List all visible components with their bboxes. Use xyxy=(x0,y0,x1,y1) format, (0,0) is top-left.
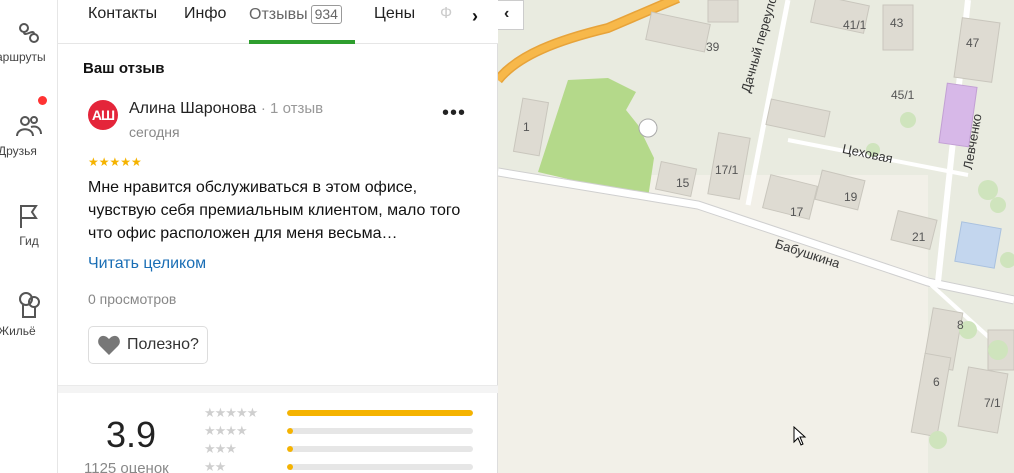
house-number: 19 xyxy=(844,190,858,204)
review-date: сегодня xyxy=(129,124,180,140)
nav-item-routes[interactable]: аршруты xyxy=(0,20,58,64)
helpful-button[interactable]: Полезно? xyxy=(88,326,208,364)
house-number: 17 xyxy=(790,205,804,219)
distribution-stars-5: ★★★★★ xyxy=(204,405,258,420)
place-card-panel: Контакты Инфо Отзывы 934 Цены Ф › Ваш отз… xyxy=(58,0,498,473)
distribution-bar-5 xyxy=(287,410,473,416)
review-text: Мне нравится обслуживаться в этом офисе,… xyxy=(88,179,461,242)
your-review-heading: Ваш отзыв xyxy=(83,60,165,77)
author-review-count: · 1 отзыв xyxy=(260,100,324,117)
review-stars: ★★★★★ xyxy=(88,155,142,169)
place-marker[interactable] xyxy=(638,118,658,138)
house-number: 39 xyxy=(706,40,720,54)
house-number: 6 xyxy=(933,375,940,389)
friends-icon xyxy=(16,116,42,137)
review-author[interactable]: Алина Шаронова · 1 отзыв xyxy=(129,100,323,118)
author-name[interactable]: Алина Шаронова xyxy=(129,100,256,117)
read-more-link[interactable]: Читать целиком xyxy=(88,255,206,273)
nav-item-housing[interactable]: Жильё xyxy=(0,290,58,338)
house-number: 17/1 xyxy=(715,163,739,177)
heart-icon xyxy=(98,335,120,355)
distribution-stars-2: ★★ xyxy=(204,459,226,473)
left-navigation: аршруты Друзья Гид Жильё xyxy=(0,0,58,473)
distribution-bar-3 xyxy=(287,446,473,452)
distribution-bar-fill xyxy=(287,428,293,434)
map-view[interactable]: 39 41/1 43 47 45/1 1 15 17/1 17 19 21 8 … xyxy=(498,0,1014,473)
tab-info[interactable]: Инфо xyxy=(184,5,226,23)
routes-icon xyxy=(19,23,39,43)
tab-reviews[interactable]: Отзывы 934 xyxy=(249,5,342,24)
tab-contacts[interactable]: Контакты xyxy=(88,5,157,23)
views-count: 0 просмотров xyxy=(88,291,177,307)
chevron-right-icon: › xyxy=(472,6,478,26)
house-number: 7/1 xyxy=(984,396,1001,410)
notification-dot xyxy=(38,96,47,105)
tabs-scroll-right-button[interactable]: › xyxy=(462,0,498,43)
house-number: 8 xyxy=(957,318,964,332)
house-number: 45/1 xyxy=(891,88,915,102)
collapse-panel-button[interactable]: ‹ xyxy=(498,0,524,30)
mouse-cursor-icon xyxy=(793,426,807,446)
distribution-stars-3: ★★★ xyxy=(204,441,237,456)
nav-item-guide-label: Гид xyxy=(19,234,39,248)
tab-reviews-label: Отзывы xyxy=(249,6,308,23)
active-tab-indicator xyxy=(249,40,355,44)
nav-item-routes-label: аршруты xyxy=(0,50,46,64)
house-number: 1 xyxy=(523,120,530,134)
ratings-count: 1125 оценок xyxy=(84,460,169,473)
house-number: 43 xyxy=(890,16,904,30)
helpful-label: Полезно? xyxy=(127,336,199,353)
reviews-count-badge: 934 xyxy=(310,5,342,24)
distribution-bar-4 xyxy=(287,428,473,434)
average-rating: 3.9 xyxy=(106,414,157,455)
section-divider xyxy=(58,385,498,393)
distribution-stars-4: ★★★★ xyxy=(204,423,248,438)
blue-building xyxy=(954,221,1002,269)
housing-icon xyxy=(19,292,40,318)
nav-item-friends[interactable]: Друзья xyxy=(0,112,58,158)
tab-photos[interactable]: Ф xyxy=(440,5,452,23)
tab-bar: Контакты Инфо Отзывы 934 Цены Ф › xyxy=(58,0,498,44)
distribution-bar-fill xyxy=(287,446,293,452)
chevron-left-icon: ‹ xyxy=(504,5,510,22)
tab-prices[interactable]: Цены xyxy=(374,5,415,23)
nav-item-guide[interactable]: Гид xyxy=(0,202,58,248)
distribution-bar-fill xyxy=(287,410,473,416)
distribution-bar-2 xyxy=(287,464,473,470)
flag-icon xyxy=(20,205,38,228)
nav-item-housing-label: Жильё xyxy=(0,324,36,338)
distribution-bar-fill xyxy=(287,464,293,470)
house-number: 21 xyxy=(912,230,926,244)
more-options-button[interactable]: ••• xyxy=(442,102,466,125)
house-number: 47 xyxy=(966,36,980,50)
house-number: 15 xyxy=(676,176,690,190)
nav-item-friends-label: Друзья xyxy=(0,144,37,158)
house-number: 41/1 xyxy=(843,18,867,32)
avatar[interactable]: АШ xyxy=(88,100,118,130)
